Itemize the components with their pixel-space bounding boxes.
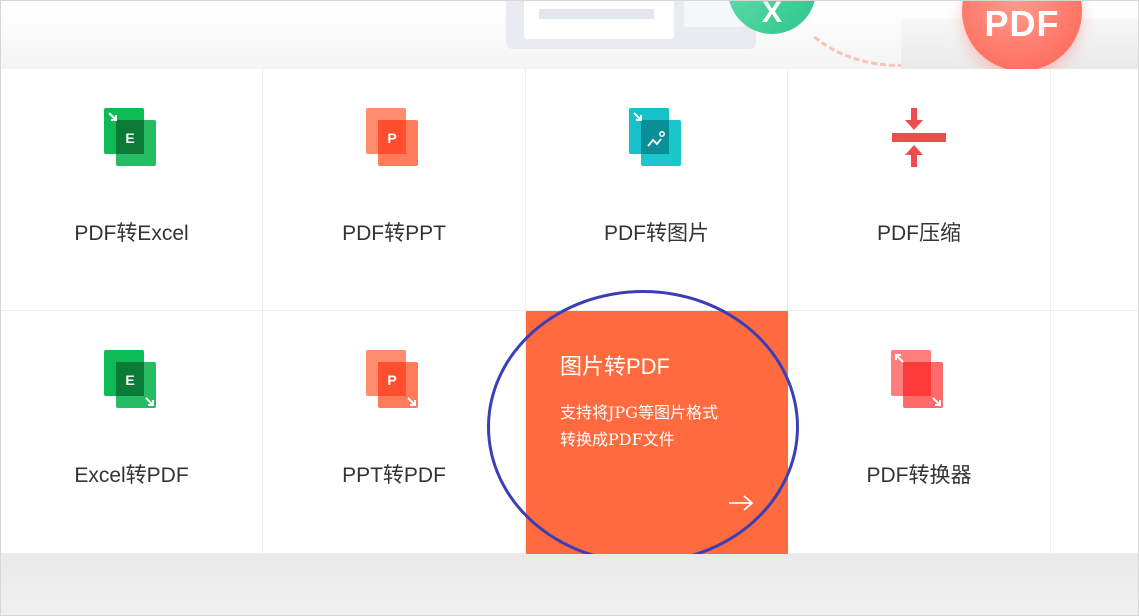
svg-text:E: E	[125, 130, 134, 146]
tool-label: PDF转PPT	[342, 222, 446, 245]
tool-ppt-to-pdf[interactable]: P PPT转PDF	[263, 311, 526, 554]
excel-doc-icon: E	[103, 108, 156, 166]
ppt-doc-icon: P	[366, 350, 418, 408]
tool-grid: E PDF转Excel P PDF转PPT PDF转图片 PDF压缩 E Exc…	[1, 69, 1138, 554]
tool-label: Excel转PDF	[74, 464, 189, 487]
banner-document-illustration	[506, 1, 756, 49]
svg-text:P: P	[387, 130, 396, 146]
tool-pdf-to-ppt[interactable]: P PDF转PPT	[263, 69, 526, 311]
converter-doc-icon	[891, 350, 943, 408]
tool-label: PDF转换器	[866, 464, 972, 487]
tool-pdf-compress[interactable]: PDF压缩	[788, 69, 1051, 311]
tool-pdf-converter[interactable]: PDF转换器	[788, 311, 1051, 554]
tool-label: PPT转PDF	[342, 464, 446, 487]
tool-pdf-to-image[interactable]: PDF转图片	[526, 69, 788, 311]
image-doc-icon	[628, 108, 681, 166]
tool-empty-slot	[1051, 69, 1138, 311]
tool-pdf-to-excel[interactable]: E PDF转Excel	[1, 69, 263, 311]
excel-doc-icon: E	[103, 350, 156, 408]
top-banner: X PDF	[1, 1, 1138, 69]
svg-text:P: P	[387, 372, 396, 388]
ppt-doc-icon: P	[366, 108, 418, 166]
arrow-right-icon[interactable]	[728, 494, 754, 512]
tool-label: PDF转Excel	[74, 222, 189, 245]
tool-image-to-pdf-card[interactable]: 图片转PDF 支持将JPG等图片格式 转换成PDF文件	[526, 311, 788, 554]
tool-excel-to-pdf[interactable]: E Excel转PDF	[1, 311, 263, 554]
svg-text:E: E	[125, 372, 134, 388]
tool-label: PDF转图片	[604, 222, 709, 245]
card-title: 图片转PDF	[560, 354, 671, 379]
tool-empty-slot	[1051, 311, 1138, 554]
tool-label: PDF压缩	[877, 222, 961, 245]
app-frame: X PDF E PDF转Excel P PDF转PPT PDF转图片 PDF压缩…	[0, 0, 1139, 616]
card-description: 支持将JPG等图片格式 转换成PDF文件	[560, 403, 718, 449]
bottom-band	[1, 554, 1138, 615]
compress-icon	[892, 108, 946, 167]
